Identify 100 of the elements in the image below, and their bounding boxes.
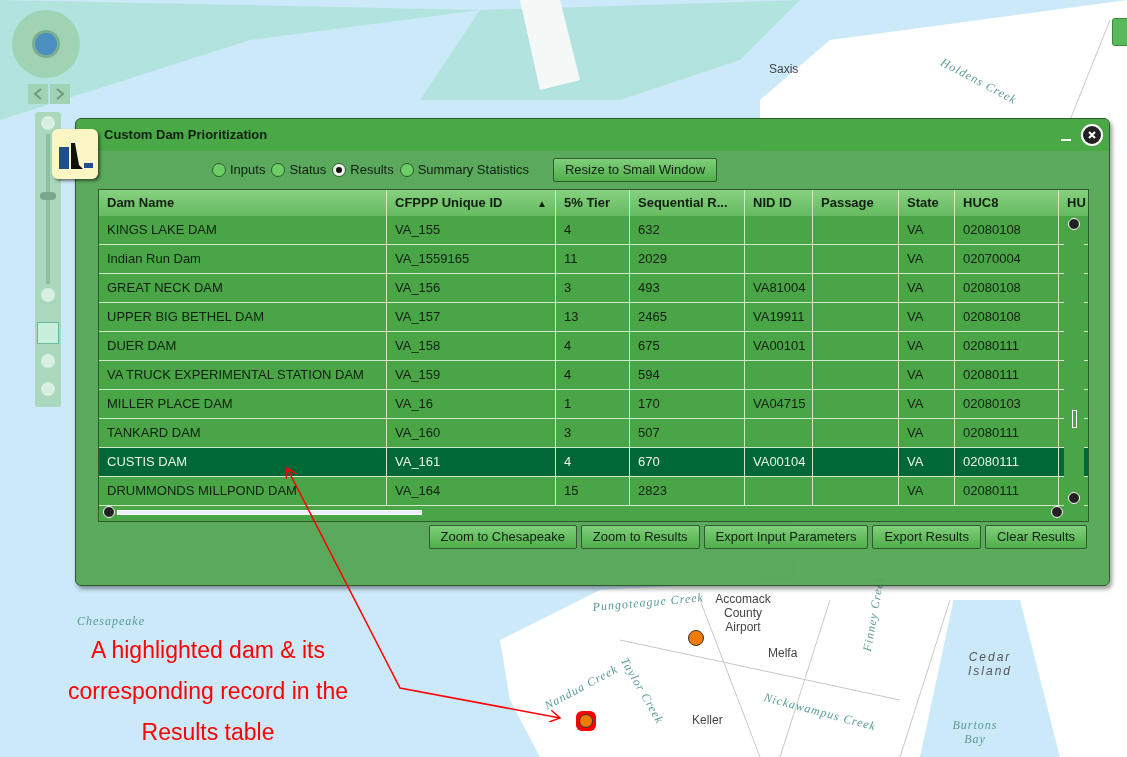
panel-title: Custom Dam Prioritization [104, 126, 268, 145]
table-cell-text: DRUMMONDS MILLPOND DAM [107, 482, 297, 501]
pan-hand-button[interactable] [37, 322, 59, 344]
scroll-left-icon[interactable] [103, 506, 115, 518]
table-cell-text: 4 [564, 221, 572, 240]
table-cell-text: 493 [638, 279, 660, 298]
table-cell-text: VA_156 [395, 279, 441, 298]
action-button[interactable]: Export Results [872, 525, 981, 549]
table-cell-text: VA_158 [395, 337, 441, 356]
column-header[interactable]: State [899, 190, 955, 216]
column-header[interactable]: CFPPP Unique ID ▲ [387, 190, 556, 216]
table-cell-text: VA [907, 482, 924, 501]
sort-indicator: ▲ [537, 196, 547, 211]
table-cell-text: 02080103 [963, 395, 1021, 414]
table-cell-text: VA [907, 366, 924, 385]
column-header[interactable]: NID ID [745, 190, 813, 216]
app-icon[interactable] [52, 129, 98, 179]
table-cell-text: VA_159 [395, 366, 441, 385]
map-label: Pungoteague Creek [592, 590, 705, 614]
table-cell-text: 632 [638, 221, 660, 240]
table-cell-text: VA81004 [753, 279, 806, 298]
previous-extent-button[interactable] [28, 84, 48, 104]
table-cell-text: VA [907, 308, 924, 327]
table-cell-text: 670 [638, 453, 660, 472]
table-cell-text: 15 [564, 482, 579, 501]
table-cell-text: 02080111 [963, 453, 1019, 472]
table-cell-text: 4 [564, 366, 572, 385]
table-cell-text: VA_164 [395, 482, 441, 501]
table-cell-text: VA TRUCK EXPERIMENTAL STATION DAM [107, 366, 364, 385]
horizontal-scroll-thumb[interactable] [117, 509, 422, 515]
close-button[interactable] [1081, 124, 1103, 146]
layers-button[interactable] [1112, 18, 1127, 46]
table-cell-text: 02080108 [963, 221, 1021, 240]
column-header[interactable]: Dam Name [99, 190, 387, 216]
table-cell-text: 13 [564, 308, 579, 327]
scroll-up-icon[interactable] [1068, 218, 1080, 230]
scroll-right-icon[interactable] [1051, 506, 1063, 518]
table-cell-text: UPPER BIG BETHEL DAM [107, 308, 264, 327]
table-cell-text: VA_161 [395, 453, 441, 472]
vertical-scroll-thumb[interactable] [1071, 410, 1077, 428]
table-cell-text: MILLER PLACE DAM [107, 395, 233, 414]
map-label: Burtons Bay [951, 718, 999, 746]
table-cell-text: KINGS LAKE DAM [107, 221, 217, 240]
table-row[interactable]: CUSTIS DAM VA_161 4 670 VA00104 VA 02080111 [99, 448, 1088, 477]
table-cell-text: 02080111 [963, 337, 1019, 356]
action-button[interactable]: Clear Results [984, 525, 1087, 549]
table-cell-text: GREAT NECK DAM [107, 279, 223, 298]
globe-icon [32, 30, 60, 58]
action-button[interactable]: Zoom to Results [580, 525, 700, 549]
map-label: Keller [692, 713, 723, 727]
column-header[interactable]: Passage [813, 190, 899, 216]
map-label: Chesapeake [77, 614, 145, 628]
view-radio[interactable]: Inputs [212, 160, 266, 180]
map-label: Cedar Island [967, 650, 1013, 678]
view-radio[interactable]: Status [271, 160, 327, 180]
next-extent-button[interactable] [50, 84, 70, 104]
table-cell-text: Indian Run Dam [107, 250, 201, 269]
table-cell-text: VA_155 [395, 221, 441, 240]
table-cell-text: 02080108 [963, 279, 1021, 298]
action-button[interactable]: Zoom to Chesapeake [428, 525, 577, 549]
scroll-down-icon[interactable] [1068, 492, 1080, 504]
table-cell-text: 4 [564, 453, 572, 472]
table-cell-text: DUER DAM [107, 337, 177, 356]
view-radio[interactable]: Results [332, 160, 394, 180]
map-label: Saxis [769, 62, 799, 76]
annotation-text: A highlighted dam & its corresponding record in the Results table [67, 636, 349, 747]
resize-button[interactable]: Resize to Small Window [552, 158, 718, 182]
table-cell-text: 594 [638, 366, 660, 385]
column-header[interactable]: HUC8 [955, 190, 1059, 216]
table-cell-text: VA_157 [395, 308, 441, 327]
table-cell-text: 2465 [638, 308, 667, 327]
zoom-slider-thumb[interactable] [40, 192, 56, 201]
column-header[interactable]: Sequential R... [630, 190, 745, 216]
bar-chart-icon [57, 143, 93, 169]
table-cell-text: VA [907, 453, 924, 472]
view-radio[interactable]: Summary Statistics [399, 160, 529, 180]
table-cell-text: VA00104 [753, 453, 806, 472]
table-cell-text: VA19911 [753, 308, 805, 327]
table-cell-text: 2823 [638, 482, 667, 501]
table-cell-text: 02080108 [963, 308, 1021, 327]
action-button[interactable]: Export Input Parameters [703, 525, 869, 549]
table-cell-text: 02080111 [963, 482, 1019, 501]
table-cell-text: 675 [638, 337, 660, 356]
table-cell-text: VA [907, 424, 924, 443]
close-icon [1088, 131, 1096, 139]
table-cell-text: TANKARD DAM [107, 424, 201, 443]
left-chevron-icon [33, 88, 43, 100]
table-cell-text: VA00101 [753, 337, 806, 356]
highlighted-dam-marker[interactable] [576, 711, 596, 731]
horizontal-scrollbar[interactable] [103, 505, 1063, 519]
map-label: Melfa [768, 646, 798, 660]
table-cell-text: VA [907, 395, 924, 414]
table-cell-text: 02080111 [963, 366, 1019, 385]
column-header[interactable]: 5% Tier [556, 190, 630, 216]
table-cell-text: VA [907, 279, 924, 298]
table-cell-text: 11 [564, 250, 578, 269]
table-cell-text: VA [907, 337, 924, 356]
table-cell-text: VA_1559165 [395, 250, 470, 269]
map-label: Finney Creek [860, 574, 888, 653]
right-chevron-icon [55, 88, 65, 100]
